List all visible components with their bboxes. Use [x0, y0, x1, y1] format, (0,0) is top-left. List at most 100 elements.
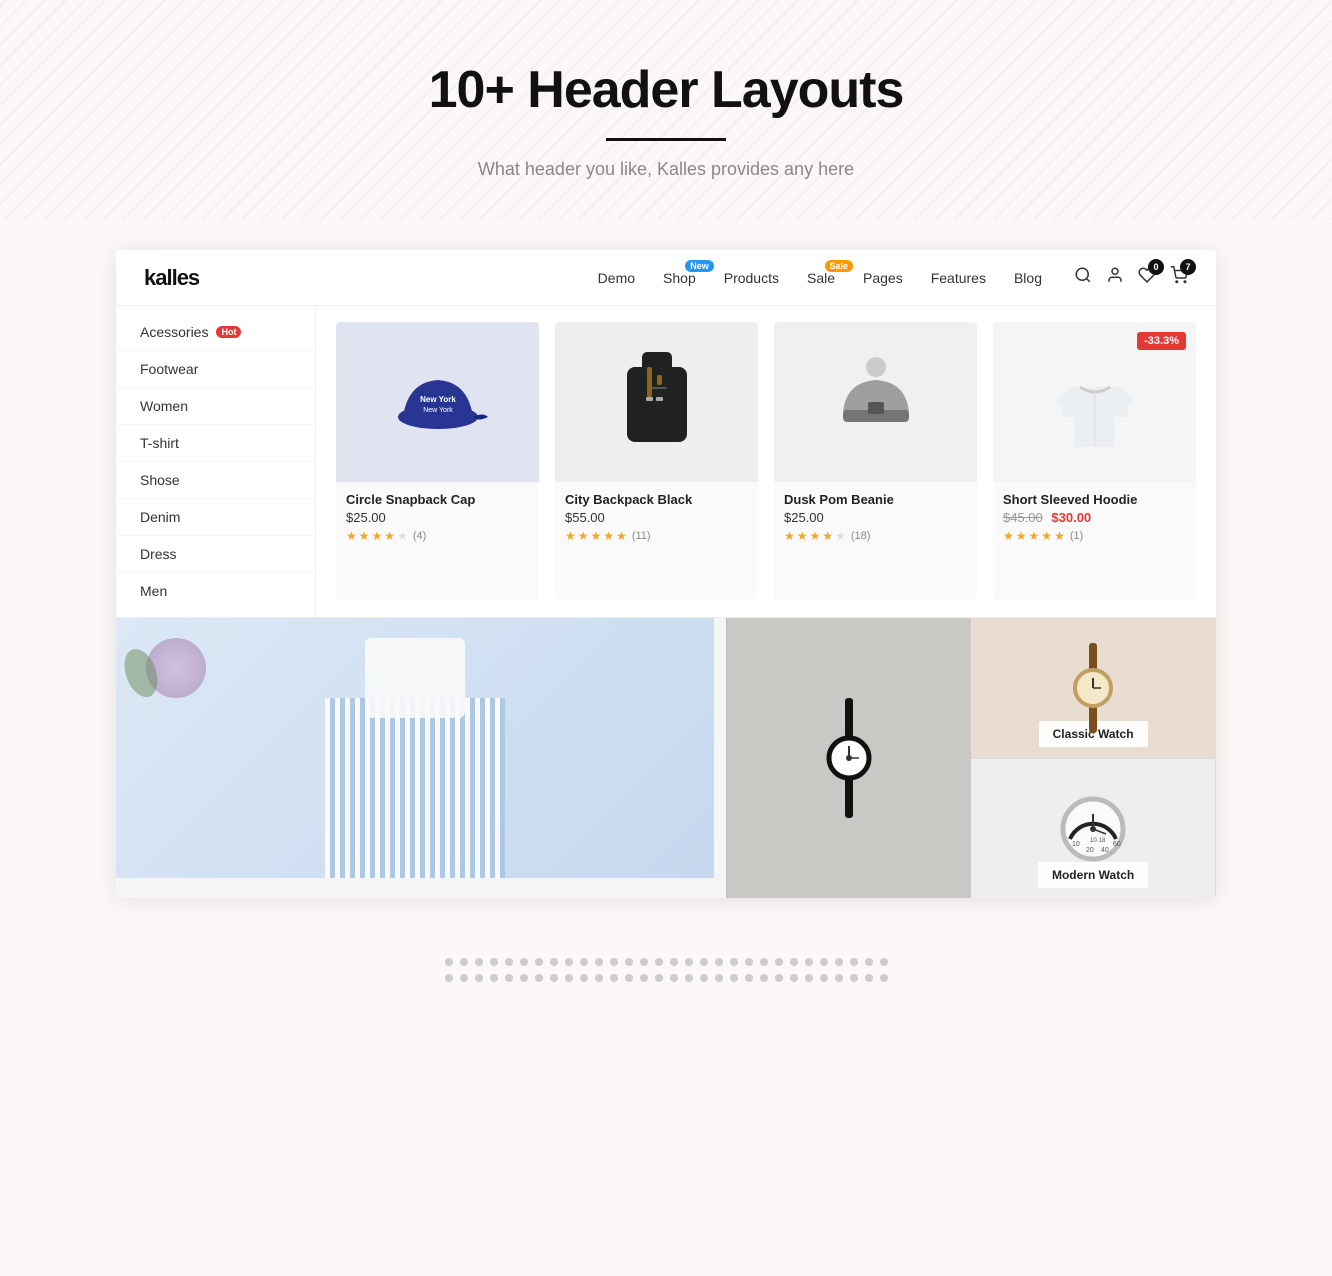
sidebar-item-women[interactable]: Women [116, 388, 315, 425]
product-card-3[interactable]: Dusk Pom Beanie $25.00 ★ ★ ★ ★ ★ (18) [774, 322, 977, 601]
nav-item-features[interactable]: Features [931, 270, 986, 286]
sidebar-item-dress[interactable]: Dress [116, 536, 315, 573]
dots-row-1 [0, 958, 1332, 966]
dot [655, 958, 663, 966]
classic-watch-svg [1063, 643, 1123, 733]
dot [595, 974, 603, 982]
dot [610, 974, 618, 982]
product-info-1: Circle Snapback Cap $25.00 ★ ★ ★ ★ ★ (4) [336, 482, 539, 551]
svg-text:New York: New York [423, 407, 453, 414]
svg-text:10·18: 10·18 [1090, 838, 1106, 844]
dot [640, 958, 648, 966]
dot [520, 974, 528, 982]
product-name-1: Circle Snapback Cap [346, 492, 529, 507]
navbar-nav: Demo Shop New Products Sale Sale Pages F… [598, 270, 1042, 286]
nav-item-shop[interactable]: Shop New [663, 270, 696, 286]
nav-item-demo[interactable]: Demo [598, 270, 635, 286]
dot [670, 974, 678, 982]
product-name-4: Short Sleeved Hoodie [1003, 492, 1186, 507]
dot [625, 958, 633, 966]
sidebar-item-denim[interactable]: Denim [116, 499, 315, 536]
dot [805, 958, 813, 966]
dot [775, 958, 783, 966]
dot [625, 974, 633, 982]
nav-item-sale[interactable]: Sale Sale [807, 270, 835, 286]
dot [535, 974, 543, 982]
dot [760, 958, 768, 966]
nav-item-pages[interactable]: Pages [863, 270, 903, 286]
nav-item-blog[interactable]: Blog [1014, 270, 1042, 286]
dot [490, 958, 498, 966]
hero-title: 10+ Header Layouts [20, 60, 1312, 120]
shop-badge: New [685, 260, 714, 272]
collection-classic-watch[interactable]: Classic Watch [971, 618, 1216, 758]
dot [445, 974, 453, 982]
dot [760, 974, 768, 982]
review-count-2: (11) [632, 530, 651, 542]
sale-badge: Sale [825, 260, 854, 272]
hero-subtitle: What header you like, Kalles provides an… [20, 159, 1312, 180]
beanie-image [831, 352, 921, 452]
sidebar-menu: Acessories Hot Footwear Women T-shirt Sh… [116, 306, 316, 617]
old-price: $45.00 [1003, 510, 1043, 525]
svg-text:New York: New York [420, 395, 456, 404]
sidebar-item-footwear[interactable]: Footwear [116, 351, 315, 388]
cart-icon[interactable]: 7 [1170, 266, 1188, 289]
nav-item-products[interactable]: Products [724, 270, 779, 286]
product-img-4: -33.3% [993, 322, 1196, 482]
product-name-2: City Backpack Black [565, 492, 748, 507]
product-stars-4: ★ ★ ★ ★ ★ (1) [1003, 529, 1186, 543]
modern-watch-svg: 10 20 40 60 10·18 [1058, 794, 1128, 864]
dot [550, 958, 558, 966]
product-info-2: City Backpack Black $55.00 ★ ★ ★ ★ ★ (11… [555, 482, 758, 551]
product-price-4: $45.00 $30.00 [1003, 510, 1186, 525]
dot [505, 958, 513, 966]
dot [880, 974, 888, 982]
collection-accessories[interactable]: Accessories [726, 618, 971, 898]
hero-divider [606, 138, 726, 141]
sidebar-item-shose[interactable]: Shose [116, 462, 315, 499]
sidebar-item-men[interactable]: Men [116, 573, 315, 609]
dot [715, 974, 723, 982]
review-count-3: (18) [851, 530, 871, 542]
product-img-2 [555, 322, 758, 482]
wishlist-count: 0 [1148, 259, 1164, 275]
collection-modern-watch[interactable]: 10 20 40 60 10·18 Modern Watch [971, 758, 1216, 898]
sidebar-item-accessories[interactable]: Acessories Hot [116, 314, 315, 351]
search-icon[interactable] [1074, 266, 1092, 289]
user-icon[interactable] [1106, 266, 1124, 289]
accessories-watch-svg [819, 698, 879, 818]
navbar: kalles Demo Shop New Products Sale Sale … [116, 250, 1216, 306]
new-price: $30.00 [1051, 510, 1091, 525]
sidebar-item-tshirt[interactable]: T-shirt [116, 425, 315, 462]
dot [490, 974, 498, 982]
cap-image: New York New York [388, 362, 488, 442]
dot [595, 958, 603, 966]
dot [805, 974, 813, 982]
hero-section: 10+ Header Layouts What header you like,… [0, 0, 1332, 220]
review-count-1: (4) [413, 530, 426, 542]
hoodie-image [1050, 347, 1140, 457]
product-name-3: Dusk Pom Beanie [784, 492, 967, 507]
review-count-4: (1) [1070, 530, 1083, 542]
navbar-logo[interactable]: kalles [144, 265, 199, 291]
dot [670, 958, 678, 966]
discount-badge: -33.3% [1137, 332, 1186, 350]
product-card-4[interactable]: -33.3% Short Sleeved Hoodie [993, 322, 1196, 601]
collection-women[interactable]: Women Collection [116, 618, 714, 878]
dot [580, 958, 588, 966]
product-info-4: Short Sleeved Hoodie $45.00 $30.00 ★ ★ ★… [993, 482, 1196, 551]
dot [550, 974, 558, 982]
backpack-image [612, 347, 702, 457]
dot [835, 974, 843, 982]
product-stars-1: ★ ★ ★ ★ ★ (4) [346, 529, 529, 543]
dot [475, 974, 483, 982]
dot [820, 974, 828, 982]
product-card-1[interactable]: New York New York Circle Snapback Cap $2… [336, 322, 539, 601]
wishlist-icon[interactable]: 0 [1138, 266, 1156, 289]
product-card-2[interactable]: City Backpack Black $55.00 ★ ★ ★ ★ ★ (11… [555, 322, 758, 601]
dot [880, 958, 888, 966]
hot-badge: Hot [216, 326, 241, 338]
product-stars-2: ★ ★ ★ ★ ★ (11) [565, 529, 748, 543]
dot [730, 974, 738, 982]
